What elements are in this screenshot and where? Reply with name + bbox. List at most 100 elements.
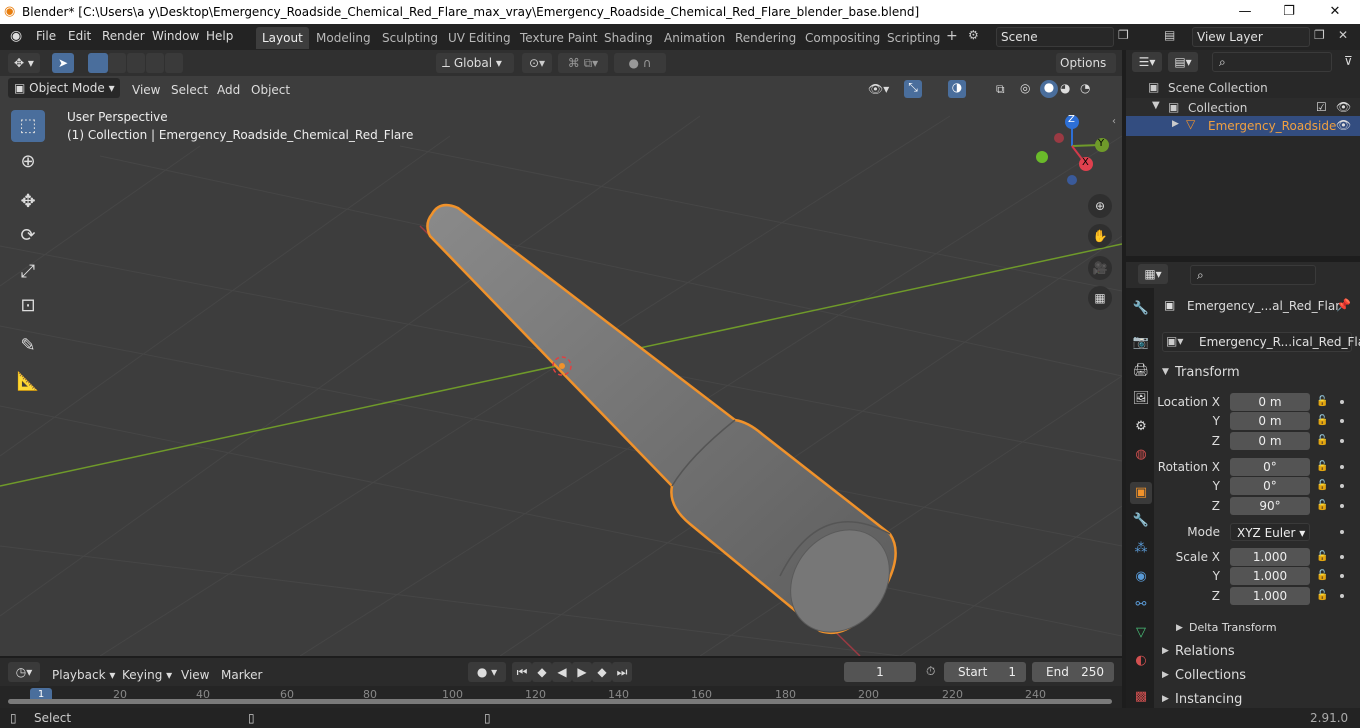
pan-hand-icon[interactable]: ✋ [1088,224,1112,248]
tab-uv-editing[interactable]: UV Editing [442,27,517,49]
keyframe-dot[interactable] [1340,555,1344,559]
close-button[interactable]: ✕ [1312,0,1358,24]
select-tool-button[interactable]: ➤ [52,53,74,73]
close-view-layer-icon[interactable]: ✕ [1338,28,1348,42]
lock-icon[interactable]: 🔓 [1316,480,1328,492]
location-x-field[interactable]: 0 m [1230,393,1310,411]
jump-start-button[interactable]: ⏮ [512,662,532,682]
relations-header[interactable]: Relations [1175,644,1235,659]
tab-compositing[interactable]: Compositing [799,27,886,49]
wireframe-shading-icon[interactable]: ◎ [1020,81,1030,95]
lock-icon[interactable]: 🔓 [1316,415,1328,427]
current-frame-field[interactable]: 1 [844,662,916,682]
keyframe-dot[interactable] [1340,400,1344,404]
object-mode-dropdown[interactable]: ▣ Object Mode ▾ [8,78,120,98]
transform-header[interactable]: Transform [1175,365,1240,380]
pivot-point-dropdown[interactable]: ⊙▾ [522,53,552,73]
viewport-menu-select[interactable]: Select [171,80,208,100]
render-tab-icon[interactable]: 📷 [1130,332,1152,354]
prev-keyframe-button[interactable]: ◆ [532,662,552,682]
tab-animation[interactable]: Animation [658,27,731,49]
transform-tool-icon[interactable]: ⊡ [11,290,45,322]
particles-tab-icon[interactable]: ⁂ [1130,538,1152,560]
outliner-row-collection[interactable]: ▼ ▣ Collection ☑ 👁 [1126,98,1360,118]
move-tool-icon[interactable]: ✥ [11,186,45,218]
rotation-mode-dropdown[interactable]: XYZ Euler ▾ [1230,523,1310,541]
new-view-layer-icon[interactable]: ❐ [1314,28,1325,42]
visibility-eye-icon[interactable]: 👁 [1336,118,1351,132]
pin-icon[interactable]: 📌 [1336,298,1351,312]
auto-keying-toggle[interactable]: ● ▾ [468,662,506,682]
lock-icon[interactable]: 🔓 [1316,500,1328,512]
scale-x-field[interactable]: 1.000 [1230,548,1310,566]
material-tab-icon[interactable]: ◐ [1130,650,1152,672]
3d-viewport[interactable]: Z Y X ▣ Object Mode ▾ View Select Add Ob… [0,76,1122,656]
solid-shading-icon[interactable]: ● [1040,80,1058,98]
lock-icon[interactable]: 🔓 [1316,590,1328,602]
tab-rendering[interactable]: Rendering [729,27,802,49]
object-name-field[interactable]: Emergency_R...ical_Red_Flare [1162,332,1360,352]
navigation-gizmo[interactable] [1036,115,1109,185]
keyframe-dot[interactable] [1340,465,1344,469]
constraints-tab-icon[interactable]: ⚯ [1130,594,1152,616]
outliner-row-object[interactable]: ▶ ▽ Emergency_Roadside 👁 [1126,116,1360,136]
tab-layout[interactable]: Layout [256,27,309,49]
properties-search-input[interactable]: ⌕ [1190,265,1316,285]
world-tab-icon[interactable]: ◍ [1130,444,1152,466]
expand-arrow-icon[interactable]: ▼ [1152,100,1160,111]
expand-arrow-icon[interactable]: ▶ [1172,119,1179,129]
keyframe-dot[interactable] [1340,439,1344,443]
gizmo-toggle-icon[interactable]: ⤡ [904,80,922,98]
viewport-menu-object[interactable]: Object [251,80,290,100]
scene-tab-icon[interactable]: ⚙ [1130,416,1152,438]
keyframe-dot[interactable] [1340,530,1344,534]
next-keyframe-button[interactable]: ◆ [592,662,612,682]
relations-arrow[interactable]: ▶ [1162,646,1169,656]
delta-transform-header[interactable]: Delta Transform [1189,621,1277,634]
location-y-field[interactable]: 0 m [1230,412,1310,430]
new-scene-icon[interactable]: ❐ [1118,28,1129,42]
minimize-button[interactable]: — [1222,0,1268,24]
texture-tab-icon[interactable]: ▩ [1130,686,1152,708]
output-tab-icon[interactable]: 🖨 [1130,360,1152,382]
lock-icon[interactable]: 🔓 [1316,551,1328,563]
lock-icon[interactable]: 🔓 [1316,570,1328,582]
lock-icon[interactable]: 🔓 [1316,461,1328,473]
visibility-eye-icon[interactable]: 👁 [1336,100,1351,114]
blender-menu-icon[interactable]: ◉ [10,28,22,44]
menu-help[interactable]: Help [206,29,233,43]
annotate-tool-icon[interactable]: ✎ [11,330,45,362]
rotation-x-field[interactable]: 0° [1230,458,1310,476]
cursor-tool-icon[interactable]: ⊕ [11,146,45,178]
tab-sculpting[interactable]: Sculpting [376,27,444,49]
filter-icon[interactable]: ⊽ [1344,54,1353,68]
tab-scripting[interactable]: Scripting [881,27,946,49]
outliner-display-mode[interactable]: ▤▾ [1168,52,1198,72]
object-browse-icon[interactable]: ▣▾ [1166,334,1183,348]
keyframe-dot[interactable] [1340,419,1344,423]
end-frame-field[interactable]: End 250 [1032,662,1114,682]
properties-editor-type[interactable]: ▦▾ [1138,264,1168,284]
location-z-field[interactable]: 0 m [1230,432,1310,450]
object-tab-icon[interactable]: ▣ [1130,482,1152,504]
select-box-tool-icon[interactable]: ⬚ [11,110,45,142]
timeline-menu-view[interactable]: View [181,665,209,685]
select-mode-subtract-icon[interactable] [127,53,145,73]
zoom-icon[interactable]: ⊕ [1088,194,1112,218]
lock-icon[interactable]: 🔓 [1316,435,1328,447]
rotate-tool-icon[interactable]: ⟳ [11,220,45,252]
view-layer-field[interactable]: View Layer [1192,27,1310,47]
outliner-row-scene-collection[interactable]: ▣ Scene Collection [1126,78,1360,98]
timeline-menu-playback[interactable]: Playback ▾ [52,665,115,685]
snap-toggle[interactable]: ⌘ ⧉▾ [558,53,608,73]
menu-window[interactable]: Window [152,29,199,43]
collections-header[interactable]: Collections [1175,668,1246,683]
perspective-toggle-icon[interactable]: ▦ [1088,286,1112,310]
timeline-editor-type[interactable]: ◷▾ [8,662,40,682]
play-button[interactable]: ▶ [572,662,592,682]
material-shading-icon[interactable]: ◕ [1060,81,1070,95]
rendered-shading-icon[interactable]: ◔ [1080,81,1090,95]
menu-edit[interactable]: Edit [68,29,91,43]
physics-tab-icon[interactable]: ◉ [1130,566,1152,588]
rotation-z-field[interactable]: 90° [1230,497,1310,515]
